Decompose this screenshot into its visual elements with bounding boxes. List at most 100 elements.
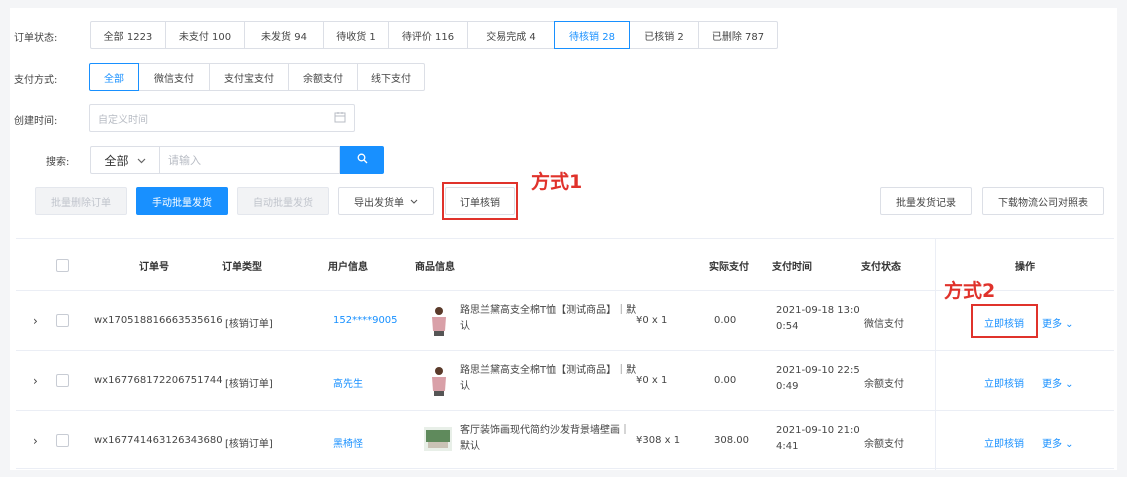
manual-batch-ship-button[interactable]: 手动批量发货 — [136, 187, 228, 215]
date-range-picker[interactable]: 自定义时间 — [89, 104, 355, 132]
product-thumbnail — [428, 365, 450, 397]
pay-tab-wechat[interactable]: 微信支付 — [138, 63, 210, 91]
product-thumbnail — [424, 427, 452, 451]
verify-now-link[interactable]: 立即核销 — [984, 435, 1024, 450]
order-number: wx167768172206751744 — [94, 375, 223, 386]
pay-tab-offline[interactable]: 线下支付 — [357, 63, 425, 91]
search-field-select[interactable]: 全部 — [90, 146, 160, 174]
search-select-value: 全部 — [104, 153, 129, 168]
pay-time-line2: 0:54 — [776, 321, 799, 332]
pay-time-line1: 2021-09-10 21:0 — [776, 425, 860, 436]
table-top-divider — [16, 238, 1114, 239]
header-pay-time: 支付时间 — [772, 262, 812, 273]
product-price-qty: ¥0 x 1 — [636, 315, 668, 326]
pay-method-label: 支付方式: — [14, 75, 58, 86]
status-tab-to-receive[interactable]: 待收货 1 — [323, 21, 389, 49]
verify-now-link[interactable]: 立即核销 — [984, 375, 1024, 390]
pay-time-line1: 2021-09-10 22:5 — [776, 365, 860, 376]
create-time-label: 创建时间: — [14, 116, 58, 127]
pay-time: 2021-09-10 22:5 0:49 — [776, 363, 860, 395]
export-shipping-button[interactable]: 导出发货单 — [338, 187, 434, 215]
pay-time: 2021-09-18 13:0 0:54 — [776, 303, 860, 335]
pay-time-line2: 0:49 — [776, 381, 799, 392]
calendar-icon — [334, 111, 346, 126]
product-price-qty: ¥308 x 1 — [636, 435, 681, 446]
search-input[interactable]: 请输入 — [160, 146, 340, 174]
status-tab-pending-verify[interactable]: 待核销 28 — [554, 21, 630, 49]
header-order-no: 订单号 — [139, 262, 169, 273]
more-dropdown[interactable]: 更多 ⌄ — [1042, 435, 1074, 450]
paid-amount: 0.00 — [714, 315, 737, 326]
order-number: wx167741463126343680 — [94, 435, 223, 446]
way2-annotation: 方式2 — [944, 280, 996, 302]
row-divider — [16, 410, 1114, 411]
order-type: [核销订单] — [225, 439, 273, 450]
status-tab-completed[interactable]: 交易完成 4 — [467, 21, 555, 49]
pay-time-line2: 4:41 — [776, 441, 799, 452]
row-divider — [16, 468, 1114, 469]
status-tab-all[interactable]: 全部 1223 — [90, 21, 166, 49]
search-label: 搜索: — [46, 157, 70, 168]
pay-status: 微信支付 — [864, 319, 904, 330]
user-link[interactable]: 152****9005 — [333, 315, 398, 326]
status-tab-deleted[interactable]: 已删除 787 — [698, 21, 778, 49]
status-tab-to-review[interactable]: 待评价 116 — [388, 21, 468, 49]
product-thumbnail — [428, 305, 450, 337]
product-name: 路思兰黛高支全棉T恤【测试商品】｜默认 — [460, 305, 637, 332]
select-all-checkbox[interactable] — [56, 259, 69, 272]
paid-amount: 308.00 — [714, 435, 749, 446]
pay-method-tabs: 全部 微信支付 支付宝支付 余额支付 线下支付 — [89, 63, 425, 91]
pay-status: 余额支付 — [864, 379, 904, 390]
search-icon — [357, 153, 368, 167]
order-status-label: 订单状态: — [14, 33, 58, 44]
pay-tab-balance[interactable]: 余额支付 — [288, 63, 358, 91]
chevron-down-icon — [410, 196, 418, 207]
search-bar: 全部 请输入 — [90, 146, 384, 174]
status-tab-verified[interactable]: 已核销 2 — [629, 21, 699, 49]
order-status-tabs: 全部 1223 未支付 100 未发货 94 待收货 1 待评价 116 交易完… — [90, 21, 778, 49]
batch-ship-records-button[interactable]: 批量发货记录 — [880, 187, 972, 215]
more-label: 更多 — [1042, 379, 1062, 390]
order-number: wx170518816663535616 — [94, 315, 223, 326]
more-label: 更多 — [1042, 319, 1062, 330]
status-tab-unshipped[interactable]: 未发货 94 — [244, 21, 324, 49]
search-button[interactable] — [340, 146, 384, 174]
pay-time: 2021-09-10 21:0 4:41 — [776, 423, 860, 455]
way1-annotation: 方式1 — [531, 171, 583, 193]
product-price-qty: ¥0 x 1 — [636, 375, 668, 386]
order-type: [核销订单] — [225, 319, 273, 330]
more-dropdown[interactable]: 更多 ⌄ — [1042, 375, 1074, 390]
order-type: [核销订单] — [225, 379, 273, 390]
header-user-info: 用户信息 — [328, 262, 368, 273]
pay-tab-alipay[interactable]: 支付宝支付 — [209, 63, 289, 91]
row-divider — [16, 350, 1114, 351]
batch-delete-button[interactable]: 批量删除订单 — [35, 187, 127, 215]
product-name: 路思兰黛高支全棉T恤【测试商品】｜默认 — [460, 365, 637, 392]
status-tab-unpaid[interactable]: 未支付 100 — [165, 21, 245, 49]
header-pay-status: 支付状态 — [861, 262, 901, 273]
user-link[interactable]: 高先生 — [333, 375, 363, 390]
expand-row-icon[interactable]: › — [33, 434, 38, 448]
date-placeholder: 自定义时间 — [98, 114, 148, 126]
header-operations: 操作 — [1015, 262, 1035, 273]
way1-highlight-box — [442, 182, 518, 220]
header-product-info: 商品信息 — [415, 262, 455, 273]
ops-column-divider — [935, 238, 936, 470]
user-link[interactable]: 黑椅怪 — [333, 435, 363, 450]
pay-tab-all[interactable]: 全部 — [89, 63, 139, 91]
way2-highlight-box — [971, 304, 1038, 338]
row-checkbox[interactable] — [56, 434, 69, 447]
export-label: 导出发货单 — [354, 197, 404, 209]
download-logistics-table-button[interactable]: 下载物流公司对照表 — [982, 187, 1104, 215]
more-label: 更多 — [1042, 439, 1062, 450]
auto-batch-ship-button[interactable]: 自动批量发货 — [237, 187, 329, 215]
more-dropdown[interactable]: 更多 ⌄ — [1042, 315, 1074, 330]
chevron-down-icon — [137, 153, 146, 167]
expand-row-icon[interactable]: › — [33, 374, 38, 388]
pay-status: 余额支付 — [864, 439, 904, 450]
header-paid-amount: 实际支付 — [709, 262, 749, 273]
product-name: 客厅装饰画现代简约沙发背景墙壁画｜默认 — [460, 425, 630, 452]
row-checkbox[interactable] — [56, 374, 69, 387]
row-checkbox[interactable] — [56, 314, 69, 327]
expand-row-icon[interactable]: › — [33, 314, 38, 328]
